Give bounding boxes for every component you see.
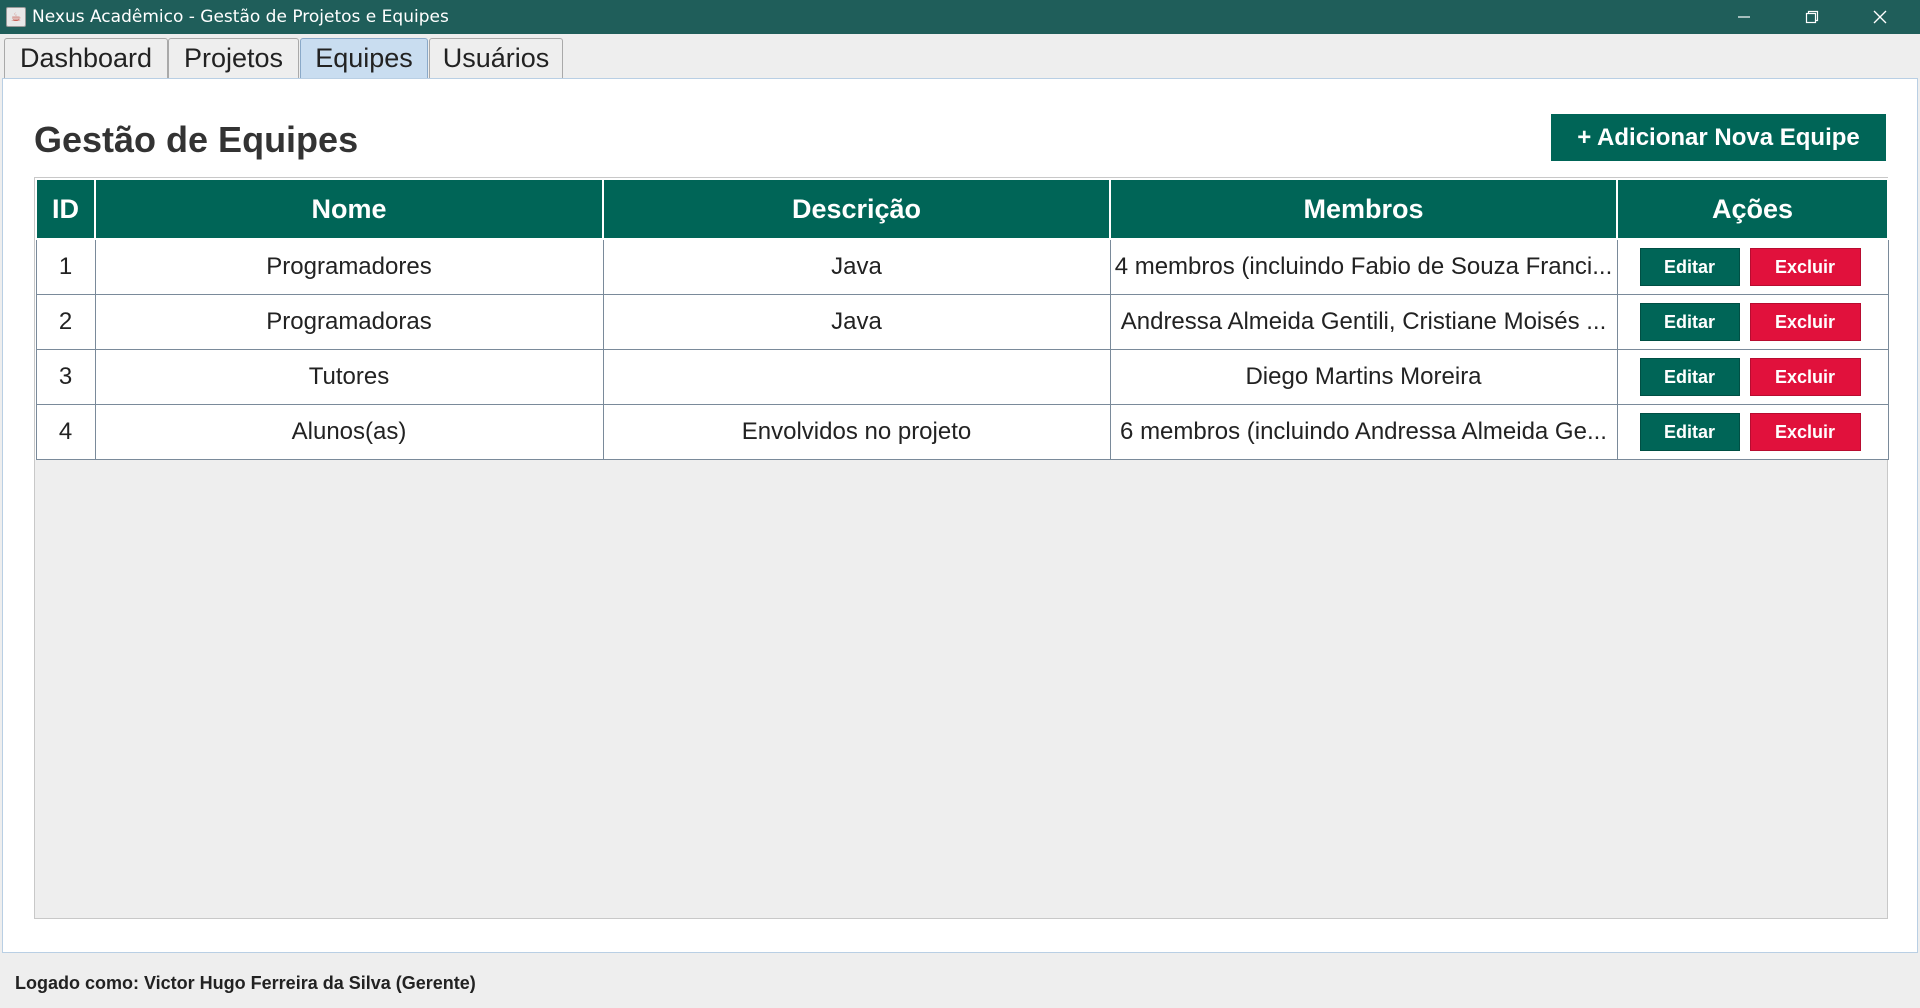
cell-membros[interactable]: Andressa Almeida Gentili, Cristiane Mois… (1109, 294, 1618, 350)
delete-button[interactable]: Excluir (1749, 303, 1861, 341)
cell-acoes: Editar Excluir (1616, 294, 1889, 350)
add-team-button[interactable]: + Adicionar Nova Equipe (1551, 114, 1886, 161)
cell-id[interactable]: 1 (35, 238, 96, 295)
delete-button[interactable]: Excluir (1749, 413, 1861, 451)
tab-usuarios[interactable]: Usuários (429, 38, 563, 78)
cell-nome[interactable]: Alunos(as) (94, 404, 604, 460)
row-actions: Editar Excluir (1618, 406, 1887, 459)
table-row[interactable]: 3 Tutores Diego Martins Moreira Editar E… (35, 349, 1889, 405)
delete-button[interactable]: Excluir (1749, 358, 1861, 396)
cell-nome[interactable]: Programadores (94, 238, 604, 295)
delete-button[interactable]: Excluir (1749, 248, 1861, 286)
tab-dashboard[interactable]: Dashboard (4, 38, 168, 78)
cell-acoes: Editar Excluir (1616, 349, 1889, 405)
row-actions: Editar Excluir (1618, 240, 1887, 294)
cell-nome[interactable]: Tutores (94, 349, 604, 405)
cell-id[interactable]: 3 (35, 349, 96, 405)
restore-icon (1805, 10, 1819, 24)
java-app-icon: ☕ (6, 7, 26, 27)
cell-membros[interactable]: Diego Martins Moreira (1109, 349, 1618, 405)
tab-strip: Dashboard Projetos Equipes Usuários (0, 34, 1920, 78)
cell-id[interactable]: 4 (35, 404, 96, 460)
table-row[interactable]: 4 Alunos(as) Envolvidos no projeto 6 mem… (35, 404, 1889, 460)
edit-button[interactable]: Editar (1639, 303, 1740, 341)
content-panel: Gestão de Equipes + Adicionar Nova Equip… (2, 78, 1918, 953)
minimize-icon (1738, 16, 1750, 18)
teams-table-area: ID Nome Descrição Membros Ações 1 Progra… (34, 177, 1889, 919)
row-actions: Editar Excluir (1618, 351, 1887, 404)
page-title: Gestão de Equipes (34, 119, 359, 160)
tab-projetos[interactable]: Projetos (168, 38, 299, 78)
edit-button[interactable]: Editar (1639, 358, 1740, 396)
window-titlebar: ☕ Nexus Acadêmico - Gestão de Projetos e… (0, 0, 1920, 34)
column-header-membros[interactable]: Membros (1109, 178, 1618, 240)
row-actions: Editar Excluir (1618, 296, 1887, 349)
column-header-id[interactable]: ID (35, 178, 96, 240)
column-header-acoes[interactable]: Ações (1616, 178, 1889, 240)
teams-table: ID Nome Descrição Membros Ações 1 Progra… (35, 178, 1889, 460)
close-icon (1873, 10, 1887, 24)
cell-membros[interactable]: 4 membros (incluindo Fabio de Souza Fran… (1109, 238, 1618, 295)
cell-id[interactable]: 2 (35, 294, 96, 350)
table-row[interactable]: 1 Programadores Java 4 membros (incluind… (35, 238, 1889, 295)
close-button[interactable] (1846, 0, 1914, 34)
column-header-nome[interactable]: Nome (94, 178, 604, 240)
cell-acoes: Editar Excluir (1616, 404, 1889, 460)
minimize-button[interactable] (1710, 0, 1778, 34)
window-title: Nexus Acadêmico - Gestão de Projetos e E… (32, 7, 449, 27)
cell-descricao[interactable] (602, 349, 1111, 405)
tab-equipes[interactable]: Equipes (300, 38, 428, 78)
restore-button[interactable] (1778, 0, 1846, 34)
cell-nome[interactable]: Programadoras (94, 294, 604, 350)
cell-membros[interactable]: 6 membros (incluindo Andressa Almeida Ge… (1109, 404, 1618, 460)
edit-button[interactable]: Editar (1639, 413, 1740, 451)
logged-user-status: Logado como: Victor Hugo Ferreira da Sil… (15, 973, 476, 993)
cell-descricao[interactable]: Envolvidos no projeto (602, 404, 1111, 460)
table-header-row: ID Nome Descrição Membros Ações (35, 178, 1889, 240)
cell-descricao[interactable]: Java (602, 294, 1111, 350)
column-header-descricao[interactable]: Descrição (602, 178, 1111, 240)
table-row[interactable]: 2 Programadoras Java Andressa Almeida Ge… (35, 294, 1889, 350)
cell-descricao[interactable]: Java (602, 238, 1111, 295)
cell-acoes: Editar Excluir (1616, 238, 1889, 295)
edit-button[interactable]: Editar (1639, 248, 1740, 286)
